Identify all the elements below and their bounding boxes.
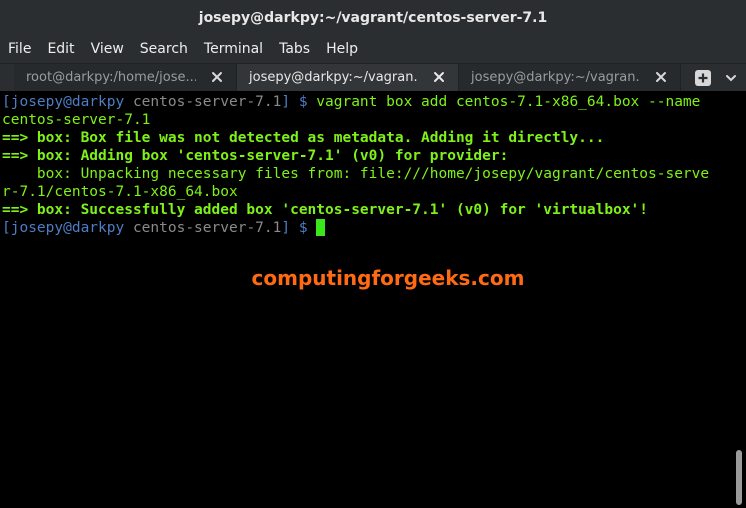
terminal-line: ==> box: Successfully added box 'centos-… xyxy=(2,201,732,219)
terminal-line: centos-server-7.1 xyxy=(2,112,151,128)
close-icon[interactable] xyxy=(210,70,224,84)
close-icon[interactable] xyxy=(654,70,668,84)
scrollbar[interactable] xyxy=(732,91,746,508)
tab-label: root@darkpy:/home/jose... xyxy=(26,70,196,85)
output-arrow: ==> xyxy=(2,148,37,164)
menu-file[interactable]: File xyxy=(0,36,39,63)
window-title: josepy@darkpy:~/vagrant/centos-server-7.… xyxy=(198,10,548,26)
tab-bar: root@darkpy:/home/jose... josepy@darkpy:… xyxy=(0,63,746,91)
menu-help[interactable]: Help xyxy=(318,36,366,63)
tab-label: josepy@darkpy:~/vagran... xyxy=(249,70,419,85)
terminal-output[interactable]: [josepy@darkpy centos-server-7.1] $ vagr… xyxy=(0,91,732,508)
tab-josepy-1[interactable]: josepy@darkpy:~/vagran... xyxy=(237,64,459,91)
close-icon[interactable] xyxy=(432,70,446,84)
prompt-end: ] $ xyxy=(281,220,317,236)
terminal-line: ==> box: Adding box 'centos-server-7.1' … xyxy=(2,147,732,165)
output-arrow: ==> xyxy=(2,202,37,218)
tab-label: josepy@darkpy:~/vagran... xyxy=(471,70,641,85)
tab-root[interactable]: root@darkpy:/home/jose... xyxy=(14,64,237,91)
prompt-user: [josepy@darkpy xyxy=(2,94,133,110)
watermark: computingforgeeks.com xyxy=(251,266,525,290)
prompt-user: [josepy@darkpy xyxy=(2,220,133,236)
menu-view[interactable]: View xyxy=(83,36,132,63)
scrollbar-thumb[interactable] xyxy=(736,450,742,505)
terminal-cursor xyxy=(316,219,326,236)
prompt-end: ] $ xyxy=(281,94,317,110)
output-text: box: Box file was not detected as metada… xyxy=(36,130,605,146)
menu-search[interactable]: Search xyxy=(132,36,196,63)
terminal-line: ==> box: Box file was not detected as me… xyxy=(2,129,732,147)
prompt-directory: centos-server-7.1 xyxy=(132,94,282,110)
chevron-down-icon[interactable] xyxy=(724,71,738,85)
prompt-directory: centos-server-7.1 xyxy=(132,220,282,236)
output-text: box: Successfully added box 'centos-serv… xyxy=(36,202,649,218)
terminal-line: box: Unpacking necessary files from: fil… xyxy=(2,166,710,182)
menu-tabs[interactable]: Tabs xyxy=(271,36,318,63)
new-tab-icon[interactable] xyxy=(694,69,712,87)
window-titlebar[interactable]: josepy@darkpy:~/vagrant/centos-server-7.… xyxy=(0,0,746,36)
menu-bar: File Edit View Search Terminal Tabs Help xyxy=(0,36,746,63)
output-arrow: ==> xyxy=(2,130,37,146)
terminal-line: r-7.1/centos-7.1-x86_64.box xyxy=(2,184,238,200)
output-text: box: Adding box 'centos-server-7.1' (v0)… xyxy=(36,148,509,164)
command-text: vagrant box add centos-7.1-x86_64.box --… xyxy=(316,94,701,110)
terminal-line: [josepy@darkpy centos-server-7.1] $ vagr… xyxy=(2,93,732,111)
menu-edit[interactable]: Edit xyxy=(39,36,82,63)
terminal-line: [josepy@darkpy centos-server-7.1] $ xyxy=(2,219,732,237)
menu-terminal[interactable]: Terminal xyxy=(196,36,271,63)
tab-josepy-2[interactable]: josepy@darkpy:~/vagran... xyxy=(459,64,681,91)
